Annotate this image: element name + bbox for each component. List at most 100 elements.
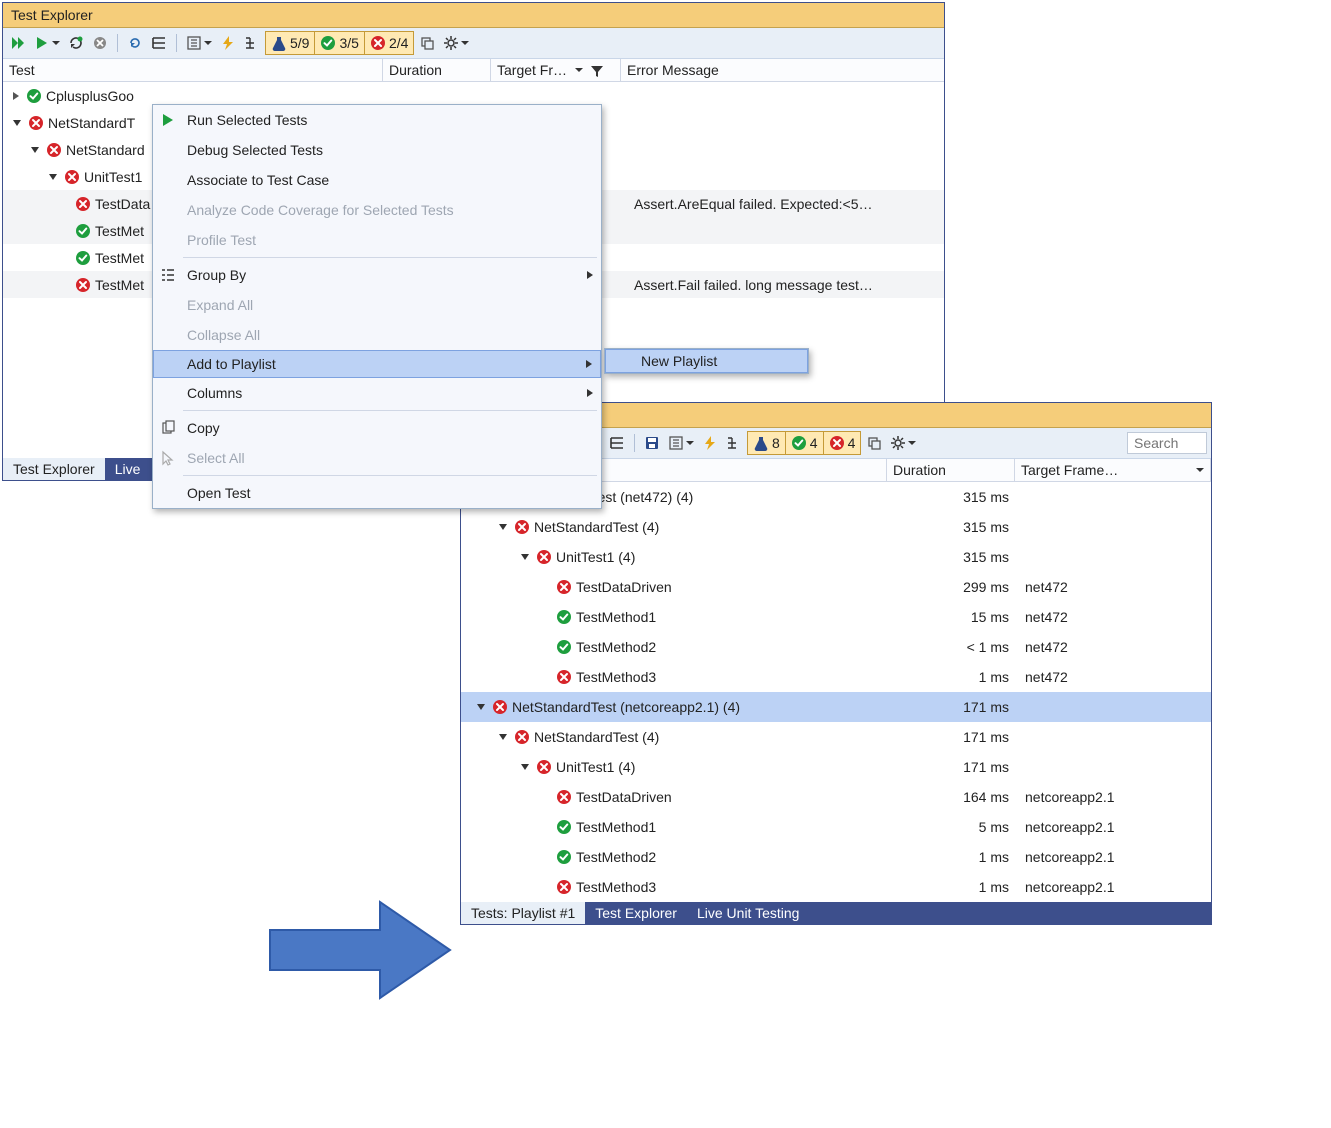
tree-row[interactable]: NetStandardTest (4)171 ms — [461, 722, 1211, 752]
tab-test-explorer[interactable]: Test Explorer — [3, 458, 105, 480]
ctx-run-selected[interactable]: Run Selected Tests — [153, 105, 601, 135]
fail-icon — [75, 196, 91, 212]
target-framework: net472 — [1021, 579, 1211, 595]
tree-row[interactable]: TestMethod15 msnetcoreapp2.1 — [461, 812, 1211, 842]
save-button[interactable] — [641, 432, 663, 454]
col-test[interactable]: Test — [3, 59, 383, 81]
ctx-expand-all: Expand All — [153, 290, 601, 320]
test-name: UnitTest1 (4) — [556, 759, 635, 775]
count-pass[interactable]: 3/5 — [315, 32, 364, 54]
filter-icon[interactable] — [589, 63, 603, 77]
duration: 1 ms — [893, 879, 1021, 895]
fail-icon — [556, 789, 572, 805]
refresh-button[interactable] — [124, 32, 146, 54]
bolt-button[interactable] — [699, 432, 721, 454]
col-error[interactable]: Error Message — [621, 59, 944, 81]
target-framework: netcoreapp2.1 — [1021, 819, 1211, 835]
count-fail[interactable]: 4 — [824, 432, 861, 454]
pass-icon — [556, 819, 572, 835]
test-counts: 8 4 4 — [747, 431, 861, 455]
fail-icon — [75, 277, 91, 293]
repeat-button[interactable] — [65, 32, 87, 54]
cancel-button[interactable] — [89, 32, 111, 54]
status-tabs: Tests: Playlist #1 Test Explorer Live Un… — [461, 902, 1211, 924]
ctx-columns[interactable]: Columns — [153, 378, 601, 408]
col-target[interactable]: Target Fr… — [491, 59, 621, 81]
duration: 15 ms — [893, 609, 1021, 625]
playlist-button[interactable] — [183, 32, 215, 54]
ctx-copy[interactable]: Copy — [153, 413, 601, 443]
windows-button[interactable] — [863, 432, 885, 454]
tab-playlist[interactable]: Tests: Playlist #1 — [461, 902, 585, 924]
tree-button[interactable] — [723, 432, 745, 454]
list-button[interactable] — [148, 32, 170, 54]
test-name: NetStandardTest (4) — [534, 519, 659, 535]
test-tree: NetStandardTest (net472) (4)315 msNetSta… — [461, 482, 1211, 902]
tab-test-explorer[interactable]: Test Explorer — [585, 902, 687, 924]
target-framework: net472 — [1021, 639, 1211, 655]
col-duration[interactable]: Duration — [887, 459, 1015, 481]
tree-button[interactable] — [241, 32, 263, 54]
context-menu: Run Selected Tests Debug Selected Tests … — [152, 104, 602, 509]
tree-row[interactable]: UnitTest1 (4) 171 ms — [461, 752, 1211, 782]
test-counts: 5/9 3/5 2/4 — [265, 31, 414, 55]
run-button[interactable] — [31, 32, 63, 54]
count-fail[interactable]: 2/4 — [365, 32, 413, 54]
pass-icon — [556, 639, 572, 655]
pass-icon — [75, 223, 91, 239]
ctx-analyze-coverage: Analyze Code Coverage for Selected Tests — [153, 195, 601, 225]
tree-row[interactable]: TestDataDriven164 msnetcoreapp2.1 — [461, 782, 1211, 812]
bolt-button[interactable] — [217, 32, 239, 54]
playlist-button[interactable] — [665, 432, 697, 454]
fail-icon — [28, 115, 44, 131]
ctx-debug-selected[interactable]: Debug Selected Tests — [153, 135, 601, 165]
error-message: Assert.AreEqual failed. Expected:<5… — [634, 196, 944, 212]
tree-row[interactable]: UnitTest1 (4) 315 ms — [461, 542, 1211, 572]
duration: 164 ms — [893, 789, 1021, 805]
window-title: Test Explorer — [3, 3, 944, 28]
settings-button[interactable] — [887, 432, 919, 454]
duration: 171 ms — [893, 699, 1021, 715]
run-all-button[interactable] — [7, 32, 29, 54]
submenu-playlist: New Playlist — [604, 348, 809, 374]
tree-row[interactable]: NetStandardTest (netcoreapp2.1) (4)171 m… — [461, 692, 1211, 722]
count-total[interactable]: 5/9 — [266, 32, 315, 54]
target-framework: net472 — [1021, 609, 1211, 625]
duration: 315 ms — [893, 549, 1021, 565]
tab-live[interactable]: Live — [105, 458, 151, 480]
fail-icon — [46, 142, 62, 158]
list-button[interactable] — [606, 432, 628, 454]
tab-live-unit-testing[interactable]: Live Unit Testing — [687, 902, 809, 924]
submenu-new-playlist[interactable]: New Playlist — [605, 349, 808, 373]
duration: 171 ms — [893, 759, 1021, 775]
ctx-add-to-playlist[interactable]: Add to Playlist — [153, 350, 601, 378]
test-name: UnitTest1 (4) — [556, 549, 635, 565]
fail-icon — [514, 729, 530, 745]
duration: 299 ms — [893, 579, 1021, 595]
tree-row[interactable]: NetStandardTest (4)315 ms — [461, 512, 1211, 542]
duration: 1 ms — [893, 849, 1021, 865]
fail-icon — [536, 759, 552, 775]
ctx-associate[interactable]: Associate to Test Case — [153, 165, 601, 195]
test-name: TestMethod3 — [576, 669, 656, 685]
tree-row[interactable]: TestMethod31 msnet472 — [461, 662, 1211, 692]
fail-icon — [514, 519, 530, 535]
tree-row[interactable]: TestMethod115 msnet472 — [461, 602, 1211, 632]
windows-button[interactable] — [416, 32, 438, 54]
search-input[interactable] — [1127, 432, 1207, 454]
settings-button[interactable] — [440, 32, 472, 54]
count-total[interactable]: 8 — [748, 432, 786, 454]
tree-row[interactable]: TestMethod31 msnetcoreapp2.1 — [461, 872, 1211, 902]
ctx-profile: Profile Test — [153, 225, 601, 255]
col-duration[interactable]: Duration — [383, 59, 491, 81]
fail-icon — [556, 669, 572, 685]
duration: 315 ms — [893, 489, 1021, 505]
toolbar: 5/9 3/5 2/4 — [3, 28, 944, 59]
count-pass[interactable]: 4 — [786, 432, 824, 454]
tree-row[interactable]: TestDataDriven299 msnet472 — [461, 572, 1211, 602]
col-target[interactable]: Target Frame… — [1015, 459, 1211, 481]
ctx-group-by[interactable]: Group By — [153, 260, 601, 290]
ctx-open-test[interactable]: Open Test — [153, 478, 601, 508]
tree-row[interactable]: TestMethod2< 1 msnet472 — [461, 632, 1211, 662]
tree-row[interactable]: TestMethod21 msnetcoreapp2.1 — [461, 842, 1211, 872]
